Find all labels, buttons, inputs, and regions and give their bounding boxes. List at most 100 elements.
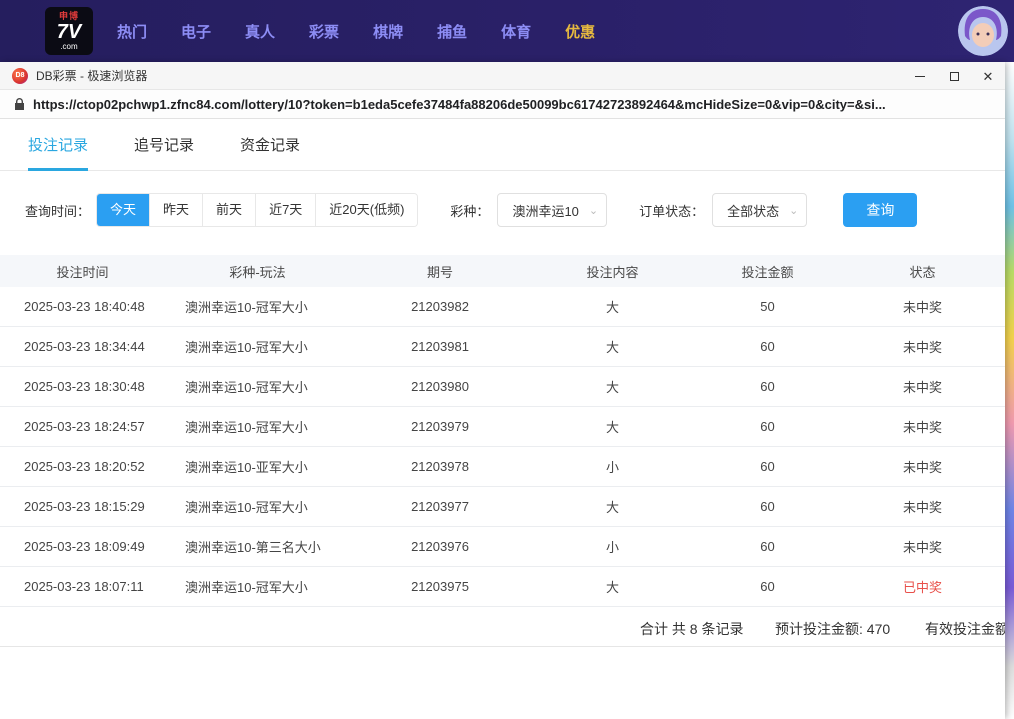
table-row: 2025-03-23 18:20:52澳洲幸运10-亚军大小21203978小6… — [0, 447, 1005, 487]
nav-item-1[interactable]: 电子 — [181, 21, 211, 42]
chevron-down-icon: ⌄ — [789, 204, 798, 217]
time-option-0[interactable]: 今天 — [97, 194, 150, 226]
cell-bet-time: 2025-03-23 18:30:48 — [0, 379, 165, 394]
brand-logo-main-text: 7V — [57, 22, 81, 42]
cell-status: 未中奖 — [840, 417, 1005, 436]
cell-bet-content: 小 — [530, 457, 695, 476]
maximize-button[interactable] — [937, 62, 971, 90]
cell-bet-content: 小 — [530, 537, 695, 556]
cell-bet-amount: 60 — [695, 499, 840, 514]
cell-bet-content: 大 — [530, 377, 695, 396]
cell-game-play: 澳洲幸运10-亚军大小 — [165, 457, 350, 476]
nav-item-5[interactable]: 捕鱼 — [437, 21, 467, 42]
cell-game-play: 澳洲幸运10-冠军大小 — [165, 497, 350, 516]
cell-bet-amount: 60 — [695, 419, 840, 434]
cell-bet-time: 2025-03-23 18:20:52 — [0, 459, 165, 474]
time-filter-group: 今天昨天前天近7天近20天(低频) — [96, 193, 418, 227]
table-row: 2025-03-23 18:34:44澳洲幸运10-冠军大小21203981大6… — [0, 327, 1005, 367]
status-filter-label: 订单状态： — [639, 201, 704, 220]
nav-item-6[interactable]: 体育 — [501, 21, 531, 42]
table-header-5: 状态 — [840, 262, 1005, 281]
tab-1[interactable]: 追号记录 — [134, 119, 194, 171]
cell-status: 未中奖 — [840, 537, 1005, 556]
cell-issue: 21203980 — [350, 379, 530, 394]
summary-expected-amount: 预计投注金额: 470 — [775, 619, 890, 639]
user-avatar[interactable] — [958, 6, 1008, 56]
table-header-4: 投注金额 — [695, 262, 840, 281]
time-filter-label: 查询时间： — [25, 201, 90, 220]
cell-game-play: 澳洲幸运10-冠军大小 — [165, 377, 350, 396]
table-header-2: 期号 — [350, 262, 530, 281]
table-row: 2025-03-23 18:09:49澳洲幸运10-第三名大小21203976小… — [0, 527, 1005, 567]
nav-item-7[interactable]: 优惠 — [565, 21, 595, 42]
url-text[interactable]: https://ctop02pchwp1.zfnc84.com/lottery/… — [33, 97, 886, 112]
background-page-strip — [1005, 62, 1014, 719]
cell-game-play: 澳洲幸运10-冠军大小 — [165, 577, 350, 596]
cell-bet-content: 大 — [530, 297, 695, 316]
cell-issue: 21203978 — [350, 459, 530, 474]
table-row: 2025-03-23 18:07:11澳洲幸运10-冠军大小21203975大6… — [0, 567, 1005, 607]
summary-total: 合计 共 8 条记录 — [640, 619, 743, 639]
table-header-row: 投注时间彩种-玩法期号投注内容投注金额状态 — [0, 255, 1005, 287]
table-row: 2025-03-23 18:30:48澳洲幸运10-冠军大小21203980大6… — [0, 367, 1005, 407]
table-header-0: 投注时间 — [0, 262, 165, 281]
table-row: 2025-03-23 18:24:57澳洲幸运10-冠军大小21203979大6… — [0, 407, 1005, 447]
table-row: 2025-03-23 18:15:29澳洲幸运10-冠军大小21203977大6… — [0, 487, 1005, 527]
filter-row: 查询时间： 今天昨天前天近7天近20天(低频) 彩种： 澳洲幸运10 ⌄ 订单状… — [25, 193, 1005, 227]
cell-status: 未中奖 — [840, 337, 1005, 356]
cell-bet-amount: 60 — [695, 379, 840, 394]
search-button[interactable]: 查询 — [843, 193, 917, 227]
db-logo-icon: D8 — [12, 68, 28, 84]
status-select[interactable]: 全部状态 ⌄ — [712, 193, 807, 227]
time-option-3[interactable]: 近7天 — [256, 194, 316, 226]
nav-item-0[interactable]: 热门 — [117, 21, 147, 42]
cell-bet-amount: 60 — [695, 459, 840, 474]
tab-2[interactable]: 资金记录 — [240, 119, 300, 171]
cell-bet-amount: 60 — [695, 579, 840, 594]
brand-logo[interactable]: 申博 7V .com — [45, 7, 93, 55]
close-icon: ✕ — [983, 70, 994, 83]
cell-bet-time: 2025-03-23 18:24:57 — [0, 419, 165, 434]
cell-status: 已中奖 — [840, 577, 1005, 596]
chevron-down-icon: ⌄ — [589, 204, 598, 217]
cell-bet-time: 2025-03-23 18:09:49 — [0, 539, 165, 554]
cell-bet-content: 大 — [530, 577, 695, 596]
cell-issue: 21203976 — [350, 539, 530, 554]
time-option-4[interactable]: 近20天(低频) — [316, 194, 417, 226]
time-option-1[interactable]: 昨天 — [150, 194, 203, 226]
page-content: 投注记录追号记录资金记录 查询时间： 今天昨天前天近7天近20天(低频) 彩种：… — [0, 119, 1005, 647]
cell-issue: 21203979 — [350, 419, 530, 434]
cell-status: 未中奖 — [840, 497, 1005, 516]
lottery-select[interactable]: 澳洲幸运10 ⌄ — [497, 193, 607, 227]
table-row: 2025-03-23 18:40:48澳洲幸运10-冠军大小21203982大5… — [0, 287, 1005, 327]
brand-logo-top-text: 申博 — [59, 12, 79, 21]
cell-bet-time: 2025-03-23 18:34:44 — [0, 339, 165, 354]
cell-bet-amount: 50 — [695, 299, 840, 314]
cell-bet-amount: 60 — [695, 339, 840, 354]
cell-issue: 21203982 — [350, 299, 530, 314]
window-titlebar: D8 DB彩票 - 极速浏览器 ✕ — [0, 62, 1005, 90]
cell-game-play: 澳洲幸运10-第三名大小 — [165, 537, 350, 556]
nav-item-3[interactable]: 彩票 — [309, 21, 339, 42]
time-option-2[interactable]: 前天 — [203, 194, 256, 226]
summary-row: 合计 共 8 条记录 预计投注金额: 470 有效投注金额 — [0, 607, 1005, 647]
cell-issue: 21203977 — [350, 499, 530, 514]
window-controls: ✕ — [903, 62, 1005, 90]
bet-table-body: 2025-03-23 18:40:48澳洲幸运10-冠军大小21203982大5… — [0, 287, 1005, 607]
maximize-icon — [950, 72, 959, 81]
status-select-value: 全部状态 — [727, 201, 779, 220]
minimize-button[interactable] — [903, 62, 937, 90]
lottery-select-value: 澳洲幸运10 — [512, 201, 578, 220]
address-bar[interactable]: https://ctop02pchwp1.zfnc84.com/lottery/… — [0, 90, 1005, 119]
nav-item-4[interactable]: 棋牌 — [373, 21, 403, 42]
cell-game-play: 澳洲幸运10-冠军大小 — [165, 337, 350, 356]
close-button[interactable]: ✕ — [971, 62, 1005, 90]
summary-valid-amount: 有效投注金额 — [925, 619, 1005, 639]
cell-issue: 21203981 — [350, 339, 530, 354]
nav-item-2[interactable]: 真人 — [245, 21, 275, 42]
tab-0[interactable]: 投注记录 — [28, 119, 88, 171]
cell-bet-content: 大 — [530, 417, 695, 436]
cell-status: 未中奖 — [840, 377, 1005, 396]
window-title: DB彩票 - 极速浏览器 — [36, 67, 147, 84]
table-header-1: 彩种-玩法 — [165, 262, 350, 281]
